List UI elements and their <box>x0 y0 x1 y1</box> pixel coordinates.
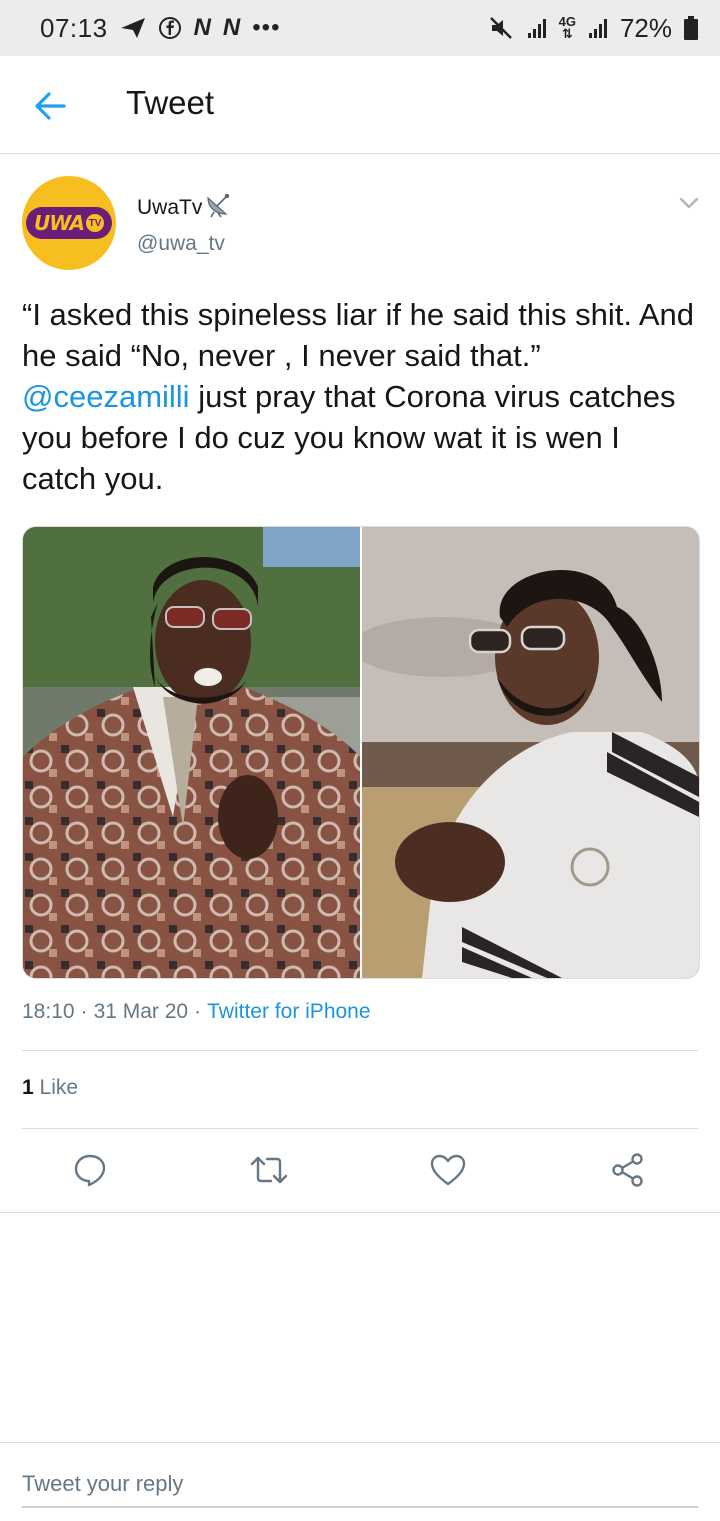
mute-icon <box>489 16 515 40</box>
comment-icon <box>74 1154 106 1187</box>
tweet-time: 18:10 <box>22 1000 75 1023</box>
reply-input[interactable] <box>22 1462 698 1508</box>
display-name-text: UwaTv <box>137 196 203 219</box>
signal-icon <box>588 17 608 39</box>
tweet-photo-right[interactable] <box>362 527 699 978</box>
signal-icon <box>527 17 547 39</box>
man-in-white-shirt-photo <box>362 527 699 978</box>
tweet-photo-left[interactable] <box>23 527 360 978</box>
status-time: 07:13 <box>40 12 108 43</box>
author-display-name[interactable]: UwaTv <box>137 192 232 224</box>
app-header: Tweet <box>0 56 720 154</box>
navigation-arrow-icon <box>120 17 146 39</box>
divider <box>0 1212 720 1213</box>
divider <box>22 1128 698 1129</box>
tweet-media[interactable] <box>22 526 700 979</box>
like-count-label: Like <box>39 1076 79 1099</box>
meta-separator: · <box>194 1000 202 1023</box>
satellite-dish-icon <box>204 192 232 224</box>
status-bar: 07:13 N N ••• 4G ⇅ 72% <box>0 0 720 56</box>
tweet-text-part: “I asked this spineless liar if he said … <box>22 297 694 373</box>
status-bar-right: 4G ⇅ 72% <box>489 13 698 44</box>
uwa-tv-logo: UWA TV <box>25 207 113 239</box>
tweet-menu-button[interactable] <box>676 190 702 216</box>
page-title: Tweet <box>126 84 215 121</box>
tweet-actions <box>0 1130 720 1212</box>
retweet-icon <box>250 1156 288 1184</box>
like-count-number: 1 <box>22 1076 34 1099</box>
back-button[interactable] <box>30 86 70 126</box>
notification-n-icon: N <box>222 14 241 41</box>
heart-icon <box>430 1154 466 1186</box>
logo-tv-badge: TV <box>86 214 105 232</box>
reply-button[interactable] <box>70 1150 110 1190</box>
battery-percent: 72% <box>619 12 672 43</box>
facebook-icon <box>158 16 182 40</box>
share-icon <box>612 1153 643 1187</box>
share-button[interactable] <box>608 1150 648 1190</box>
like-button[interactable] <box>428 1150 468 1190</box>
tweet-source-link[interactable]: Twitter for iPhone <box>207 1000 370 1024</box>
divider <box>22 1050 698 1051</box>
retweet-button[interactable] <box>249 1150 289 1190</box>
battery-icon <box>684 16 698 40</box>
notification-n-icon: N <box>193 14 211 41</box>
more-notifications-icon: ••• <box>252 14 281 41</box>
tweet-date: 31 Mar 20 <box>93 1000 189 1023</box>
tweet-meta: 18:10 · 31 Mar 20 · Twitter for iPhone <box>22 1000 371 1024</box>
man-in-patterned-jacket-photo <box>23 527 360 978</box>
tweet-text: “I asked this spineless liar if he said … <box>22 294 702 499</box>
likes-count[interactable]: 1 Like <box>22 1076 78 1100</box>
meta-separator: · <box>80 1000 88 1023</box>
chevron-down-icon <box>679 197 699 209</box>
network-type: 4G ⇅ <box>558 14 576 41</box>
logo-text: UWA <box>33 211 85 235</box>
status-bar-left: 07:13 N N ••• <box>40 13 280 44</box>
avatar[interactable]: UWA TV <box>22 176 116 270</box>
author-handle[interactable]: @uwa_tv <box>137 232 225 256</box>
mention-link[interactable]: @ceezamilli <box>22 379 190 414</box>
arrow-left-icon <box>35 92 66 120</box>
